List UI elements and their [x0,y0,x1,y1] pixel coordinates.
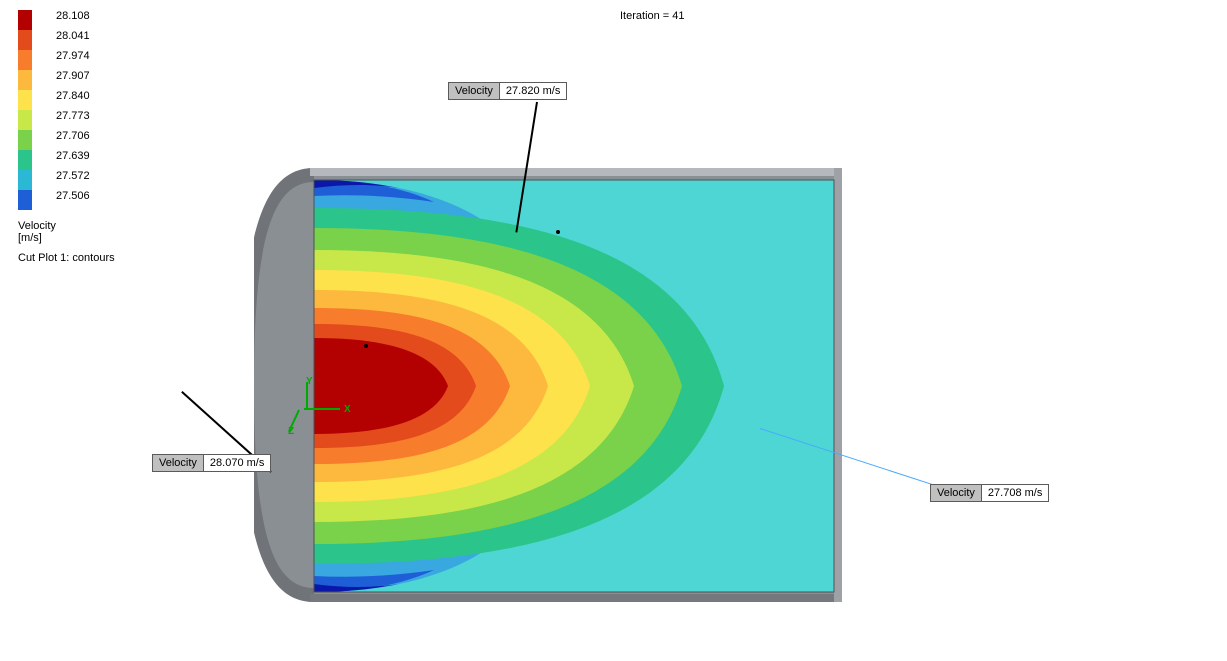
viewport[interactable]: Iteration = 41 28.10828.04127.97427.9072… [0,0,1227,661]
cutplot-label: Cut Plot 1: contours [18,252,115,264]
probe-callout-label: Velocity [449,83,500,99]
axis-y-label: Y [306,376,313,387]
legend-value: 27.840 [56,86,90,106]
legend-swatch [18,70,32,90]
legend-value: 27.572 [56,166,90,186]
probe-callout[interactable]: Velocity 27.820 m/s [448,82,567,100]
legend-swatch [18,10,32,30]
legend-value: 28.108 [56,6,90,26]
legend-value: 27.974 [56,46,90,66]
legend-swatch [18,110,32,130]
probe-callout-label: Velocity [153,455,204,471]
probe-callout-value: 28.070 m/s [204,455,270,471]
legend-swatch [18,130,32,150]
legend-value: 27.639 [56,146,90,166]
probe-callout-label: Velocity [931,485,982,501]
probe-dot [556,230,560,234]
legend-title: Velocity [m/s] [18,220,56,244]
legend-swatch [18,170,32,190]
legend-swatch [18,150,32,170]
legend-swatch [18,50,32,70]
probe-callout-value: 27.708 m/s [982,485,1048,501]
probe-callout-value: 27.820 m/s [500,83,566,99]
probe-dot [364,344,368,348]
legend-swatch [18,30,32,50]
legend-value: 27.907 [56,66,90,86]
axis-x-label: X [344,404,351,415]
legend-value: 27.706 [56,126,90,146]
probe-callout[interactable]: Velocity 27.708 m/s [930,484,1049,502]
probe-callout[interactable]: Velocity 28.070 m/s [152,454,271,472]
legend-value: 27.773 [56,106,90,126]
contour-plot[interactable] [254,158,854,618]
legend-swatch [18,90,32,110]
axis-z-label: Z [288,426,294,437]
legend-value: 27.506 [56,186,90,206]
iteration-label: Iteration = 41 [620,10,685,22]
legend-value: 28.041 [56,26,90,46]
legend-swatch [18,190,32,210]
